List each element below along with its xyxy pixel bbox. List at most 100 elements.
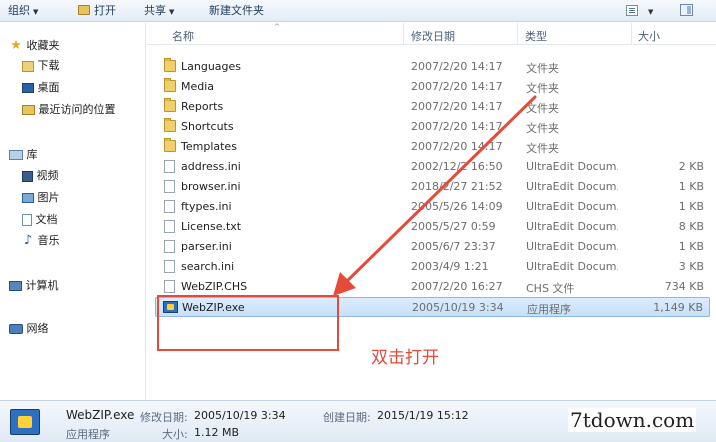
file-date: 2003/4/9 1:21 (411, 260, 489, 273)
file-type: CHS 文件 (526, 282, 575, 295)
file-type: UltraEdit Docum... (526, 240, 618, 253)
details-created-value: 2015/1/19 15:12 (377, 409, 469, 422)
file-date: 2007/2/20 14:17 (411, 140, 503, 153)
command-bar: 组织 ▼ 打开 共享 ▼ 新建文件夹 ▼ (0, 0, 716, 22)
share-label: 共享 (144, 4, 166, 17)
nav-item-videos[interactable]: 视频 (22, 167, 59, 185)
file-date: 2002/12/2 16:50 (411, 160, 503, 173)
file-row[interactable]: License.txt 2005/5/27 0:59 UltraEdit Docum… (155, 217, 710, 237)
open-icon (78, 5, 90, 15)
documents-icon (22, 214, 32, 226)
nav-item-favorites[interactable]: ★ 收藏夹 (9, 37, 59, 55)
file-date: 2007/2/20 16:27 (411, 280, 503, 293)
file-type: 文件夹 (526, 62, 559, 75)
column-name[interactable]: 名称 (172, 28, 194, 44)
file-name: parser.ini (181, 240, 232, 253)
column-date[interactable]: 修改日期 (411, 28, 455, 44)
file-row[interactable]: search.ini 2003/4/9 1:21 UltraEdit Docum..… (155, 257, 710, 277)
file-date: 2005/5/27 0:59 (411, 220, 496, 233)
file-size: 2 KB (678, 160, 704, 173)
network-icon (9, 324, 23, 334)
nav-label: 文档 (35, 213, 58, 226)
file-name: License.txt (181, 220, 242, 233)
nav-label: 库 (26, 148, 38, 161)
site-watermark: 7tdown.com (568, 408, 697, 432)
file-size: 8 KB (678, 220, 704, 233)
file-type: UltraEdit Docum... (526, 160, 618, 173)
folder-icon (164, 78, 176, 92)
file-size: 1 KB (678, 180, 704, 193)
organize-label: 组织 (8, 4, 30, 17)
nav-item-desktop[interactable]: 桌面 (22, 79, 60, 97)
column-divider[interactable] (517, 23, 518, 45)
sort-indicator-icon: ^ (274, 23, 280, 31)
change-view-icon[interactable] (626, 5, 638, 16)
nav-label: 网络 (26, 322, 49, 335)
file-size: 1 KB (678, 200, 704, 213)
file-date: 2007/2/20 14:17 (411, 80, 503, 93)
column-divider[interactable] (403, 23, 404, 45)
file-row[interactable]: ftypes.ini 2005/5/26 14:09 UltraEdit Docum… (155, 197, 710, 217)
pictures-icon (22, 193, 34, 203)
details-created-label: 创建日期: (323, 411, 371, 424)
file-type: UltraEdit Docum... (526, 200, 618, 213)
nav-item-documents[interactable]: 文档 (22, 211, 58, 229)
nav-label: 视频 (36, 169, 59, 182)
nav-item-recent[interactable]: 最近访问的位置 (22, 101, 116, 119)
file-row[interactable]: WebZIP.CHS 2007/2/20 16:27 CHS 文件 734 KB (155, 277, 710, 297)
file-row[interactable]: Languages 2007/2/20 14:17 文件夹 (155, 57, 710, 77)
file-type: 文件夹 (526, 122, 559, 135)
nav-item-downloads[interactable]: 下载 (22, 57, 60, 75)
file-row[interactable]: Reports 2007/2/20 14:17 文件夹 (155, 97, 710, 117)
nav-item-network[interactable]: 网络 (9, 320, 49, 338)
file-row[interactable]: parser.ini 2005/6/7 23:37 UltraEdit Docum.… (155, 237, 710, 257)
file-icon (164, 180, 175, 193)
details-size-label: 大小: (162, 428, 188, 441)
column-type[interactable]: 类型 (525, 28, 547, 44)
dropdown-arrow-icon: ▼ (33, 8, 39, 16)
open-button[interactable]: 打开 (78, 3, 116, 19)
file-type: 文件夹 (526, 102, 559, 115)
file-type: 文件夹 (526, 142, 559, 155)
column-size[interactable]: 大小 (638, 28, 660, 44)
nav-item-music[interactable]: ♪ 音乐 (22, 232, 60, 250)
details-size-value: 1.12 MB (194, 426, 240, 439)
file-icon (164, 160, 175, 173)
file-size: 734 KB (664, 280, 704, 293)
column-header: ^ 名称 修改日期 类型 大小 (147, 23, 716, 45)
file-date: 2005/6/7 23:37 (411, 240, 496, 253)
file-date: 2005/5/26 14:09 (411, 200, 503, 213)
preview-pane-icon[interactable] (680, 4, 693, 16)
desktop-icon (22, 83, 34, 93)
folder-icon (164, 58, 176, 72)
share-button[interactable]: 共享 ▼ (144, 3, 174, 19)
nav-item-computer[interactable]: 计算机 (9, 277, 59, 295)
file-type: UltraEdit Docum... (526, 260, 618, 273)
file-icon (164, 220, 175, 233)
file-row[interactable]: address.ini 2002/12/2 16:50 UltraEdit Docu… (155, 157, 710, 177)
open-label: 打开 (94, 4, 116, 17)
file-row[interactable]: browser.ini 2018/2/27 21:52 UltraEdit Docu… (155, 177, 710, 197)
file-name: Templates (181, 140, 237, 153)
recent-places-icon (22, 105, 35, 115)
nav-label: 桌面 (37, 81, 60, 94)
file-row[interactable]: Templates 2007/2/20 14:17 文件夹 (155, 137, 710, 157)
nav-label: 下载 (37, 59, 60, 72)
organize-button[interactable]: 组织 ▼ (8, 3, 38, 19)
column-divider[interactable] (631, 23, 632, 45)
downloads-folder-icon (22, 60, 34, 72)
file-row[interactable]: Shortcuts 2007/2/20 14:17 文件夹 (155, 117, 710, 137)
nav-label: 音乐 (37, 234, 60, 247)
new-folder-button[interactable]: 新建文件夹 (209, 3, 264, 19)
star-icon: ★ (10, 38, 22, 53)
file-name: Reports (181, 100, 224, 113)
view-dropdown-arrow-icon[interactable]: ▼ (645, 3, 653, 19)
file-name: browser.ini (181, 180, 241, 193)
library-icon (9, 150, 23, 160)
file-size: 1 KB (678, 240, 704, 253)
nav-item-libraries[interactable]: 库 (9, 146, 38, 164)
file-type: UltraEdit Docum... (526, 180, 618, 193)
file-row[interactable]: Media 2007/2/20 14:17 文件夹 (155, 77, 710, 97)
nav-item-pictures[interactable]: 图片 (22, 189, 60, 207)
webzip-app-icon (10, 409, 40, 435)
